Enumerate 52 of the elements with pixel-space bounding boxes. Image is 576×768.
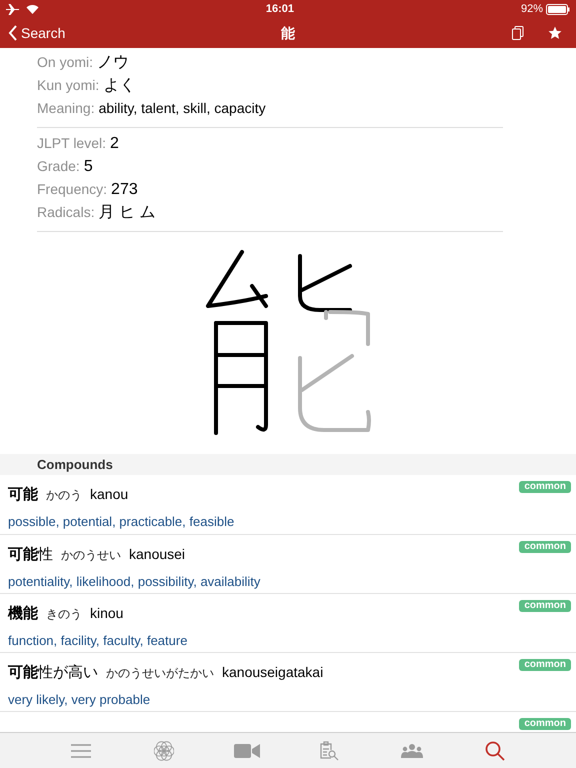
- info-value: ノウ: [97, 52, 130, 72]
- common-tag: common: [519, 600, 571, 612]
- menu-icon[interactable]: [70, 742, 92, 758]
- info-value: 月 ヒ ム: [98, 202, 156, 222]
- battery-icon: [546, 4, 570, 14]
- compound-reading: かのうせいがたかい: [106, 665, 214, 682]
- compound-romaji: kanouseigatakai: [222, 663, 324, 682]
- people-group-icon[interactable]: [400, 744, 423, 758]
- common-tag: common: [519, 481, 571, 493]
- info-value: よく: [103, 76, 136, 96]
- compound-meaning: function, facility, faculty, feature: [8, 632, 188, 650]
- info-label: Frequency:: [37, 180, 108, 199]
- section-header: Compounds: [0, 454, 576, 475]
- compound-meaning: potentiality, likelihood, possibility, availability: [8, 572, 262, 591]
- copy-icon[interactable]: [512, 26, 524, 40]
- compound-reading: きのう: [46, 606, 82, 623]
- airplane-icon: [6, 4, 20, 14]
- chevron-left-icon: [8, 25, 18, 41]
- info-label: Radicals:: [37, 203, 95, 222]
- compound-reading: かのう: [46, 487, 82, 504]
- compound-meaning: very likely, very probable: [8, 690, 152, 709]
- status-time: 16:01: [266, 2, 294, 17]
- common-tag: common: [519, 541, 571, 553]
- info-label: Grade:: [37, 157, 80, 176]
- compound-word: 可能性が高い: [8, 663, 98, 683]
- info-label: On yomi:: [37, 53, 94, 72]
- video-camera-icon[interactable]: [234, 742, 260, 758]
- compound-meaning: possible, potential, practicable, feasible: [8, 512, 236, 531]
- battery-percent: 92%: [520, 2, 543, 17]
- compound-romaji: kinou: [90, 604, 124, 623]
- common-tag: common: [519, 659, 571, 671]
- compound-word: 機能: [8, 604, 38, 624]
- clipboard-search-icon[interactable]: [319, 740, 340, 760]
- info-value: 2: [110, 134, 119, 154]
- back-button[interactable]: Search: [8, 22, 66, 44]
- nav-title: 能: [281, 24, 295, 42]
- compound-word: 可能: [8, 485, 38, 505]
- flower-icon[interactable]: [154, 740, 174, 760]
- compound-romaji: kanou: [90, 485, 128, 504]
- info-label: Meaning:: [37, 99, 95, 118]
- search-icon[interactable]: [484, 740, 505, 760]
- compound-reading: かのうせい: [61, 547, 121, 564]
- info-value: ability, talent, skill, capacity: [98, 99, 266, 118]
- common-tag: common: [519, 718, 571, 730]
- star-icon[interactable]: [548, 26, 562, 40]
- info-value: 5: [84, 156, 93, 176]
- wifi-icon: [26, 4, 39, 14]
- compound-word: 可能性: [8, 545, 53, 565]
- compound-romaji: kanousei: [129, 545, 186, 564]
- info-label: Kun yomi:: [37, 76, 100, 95]
- info-value: 273: [111, 180, 138, 200]
- info-label: JLPT level:: [37, 134, 106, 153]
